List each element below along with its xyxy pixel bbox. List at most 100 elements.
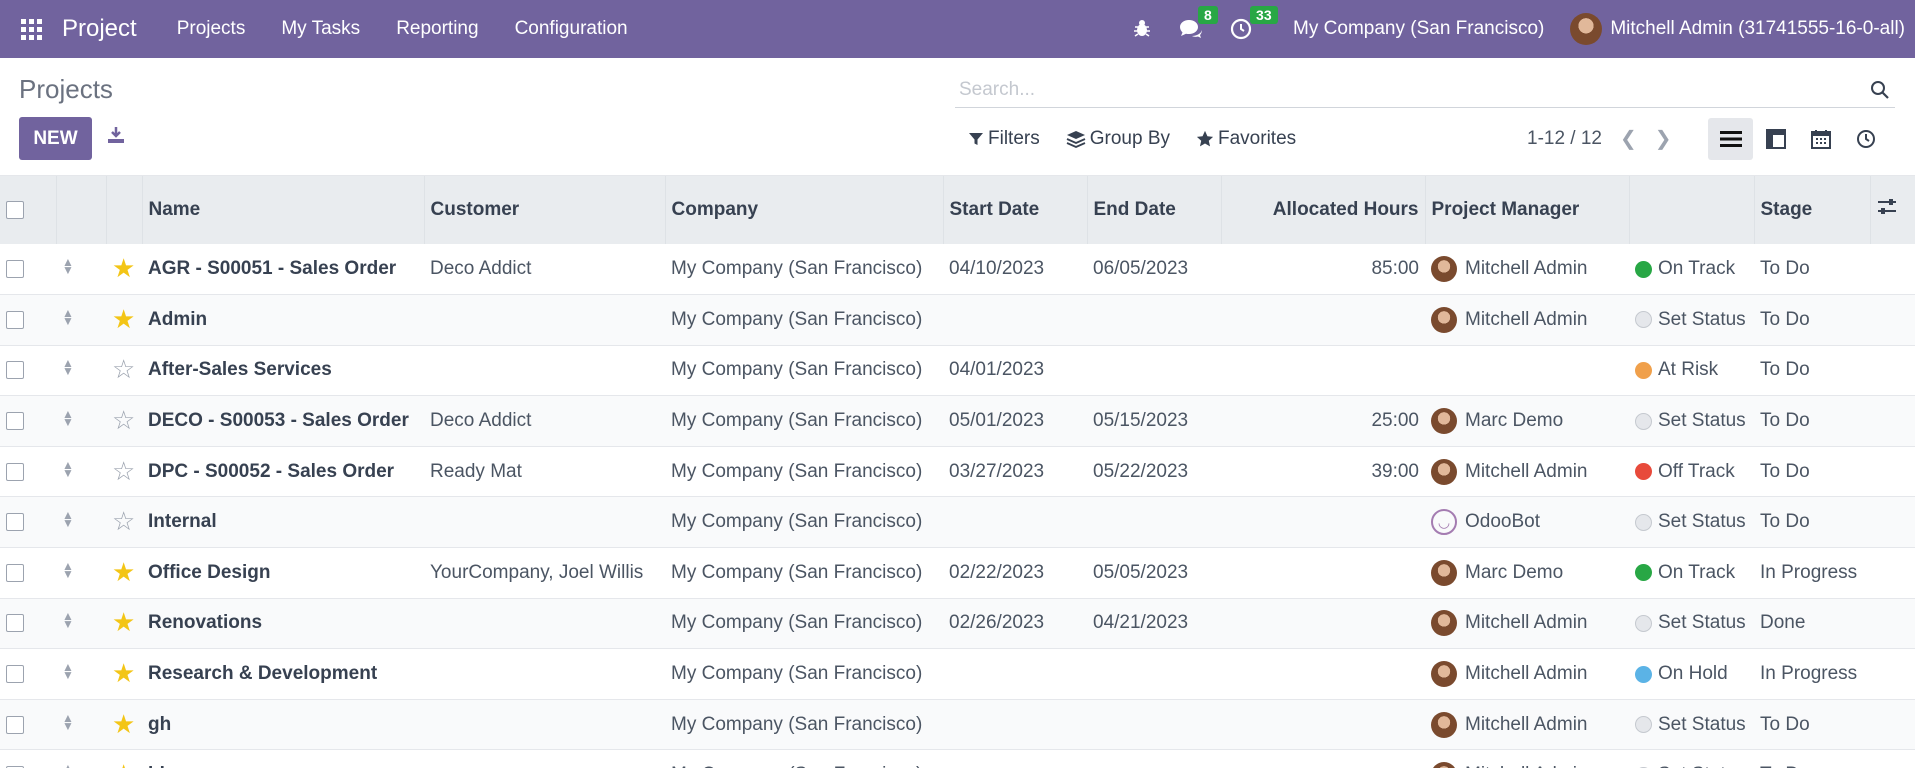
project-stage[interactable]: In Progress — [1754, 548, 1870, 599]
project-status-cell[interactable]: Set Status — [1629, 598, 1754, 649]
project-company[interactable]: My Company (San Francisco) — [665, 345, 943, 396]
table-row[interactable]: ▲ ▼ ☆ DECO - S00053 - Sales Order Deco Addic… — [0, 395, 1915, 447]
project-end-date[interactable] — [1087, 649, 1221, 700]
project-stage[interactable]: To Do — [1754, 345, 1870, 396]
project-company[interactable]: My Company (San Francisco) — [665, 598, 943, 649]
favorite-star-icon[interactable]: ☆ — [112, 405, 135, 435]
project-allocated-hours[interactable] — [1221, 750, 1425, 768]
table-row[interactable]: ▲ ▼ ★ Research & Development My Company (San… — [0, 649, 1915, 700]
favorite-star-icon[interactable]: ★ — [112, 658, 135, 688]
header-stage[interactable]: Stage — [1754, 176, 1871, 244]
table-row[interactable]: ▲ ▼ ★ gh My Company (San Francisco) Mitchell … — [0, 699, 1915, 750]
favorite-star-icon[interactable]: ☆ — [112, 506, 135, 536]
project-status-cell[interactable]: Set Status — [1629, 750, 1754, 768]
project-manager-cell[interactable]: Mitchell Admin — [1425, 750, 1629, 768]
debug-bug-icon[interactable] — [1132, 19, 1152, 39]
table-row[interactable]: ▲ ▼ ★ Renovations My Company (San Francisco)… — [0, 598, 1915, 649]
project-end-date[interactable] — [1087, 345, 1221, 396]
menu-reporting[interactable]: Reporting — [396, 18, 478, 40]
project-manager-cell[interactable]: ◡ OdooBot — [1425, 497, 1629, 548]
project-status-cell[interactable]: Set Status — [1629, 396, 1754, 447]
project-name[interactable]: Research & Development — [142, 649, 424, 700]
app-brand[interactable]: Project — [62, 15, 137, 43]
project-customer[interactable] — [424, 598, 665, 649]
project-name[interactable]: hh — [142, 750, 424, 768]
project-manager-cell[interactable]: Marc Demo — [1425, 396, 1629, 447]
project-allocated-hours[interactable] — [1221, 699, 1425, 750]
row-checkbox[interactable] — [6, 715, 24, 734]
project-name[interactable]: Internal — [142, 497, 424, 548]
project-end-date[interactable] — [1087, 699, 1221, 750]
row-checkbox[interactable] — [6, 412, 24, 431]
project-stage[interactable]: To Do — [1754, 497, 1870, 548]
project-manager-cell[interactable]: Mitchell Admin — [1425, 649, 1629, 700]
project-company[interactable]: My Company (San Francisco) — [665, 446, 943, 497]
favorite-star-icon[interactable]: ★ — [112, 709, 135, 739]
project-customer[interactable]: Deco Addict — [424, 244, 665, 295]
project-allocated-hours[interactable]: 39:00 — [1221, 446, 1425, 497]
table-row[interactable]: ▲ ▼ ☆ Internal My Company (San Francisco) ◡ Od… — [0, 496, 1915, 548]
project-allocated-hours[interactable] — [1221, 649, 1425, 700]
project-stage[interactable]: To Do — [1754, 750, 1870, 768]
drag-handle-icon[interactable]: ▲▼ — [62, 560, 74, 580]
drag-handle-icon[interactable]: ▲▼ — [62, 762, 74, 768]
drag-handle-icon[interactable]: ▲▼ — [62, 408, 74, 428]
download-icon[interactable] — [106, 125, 126, 151]
project-end-date[interactable]: 04/21/2023 — [1087, 598, 1221, 649]
project-allocated-hours[interactable]: 25:00 — [1221, 396, 1425, 447]
favorite-star-icon[interactable]: ★ — [112, 253, 135, 283]
menu-configuration[interactable]: Configuration — [515, 18, 628, 40]
project-company[interactable]: My Company (San Francisco) — [665, 295, 943, 346]
project-name[interactable]: After-Sales Services — [142, 345, 424, 396]
project-customer[interactable]: Deco Addict — [424, 396, 665, 447]
project-stage[interactable]: To Do — [1754, 244, 1870, 295]
table-row[interactable]: ▲ ▼ ☆ After-Sales Services My Company (San F… — [0, 345, 1915, 396]
project-allocated-hours[interactable] — [1221, 345, 1425, 396]
project-manager-cell[interactable]: Mitchell Admin — [1425, 295, 1629, 346]
project-start-date[interactable] — [943, 699, 1087, 750]
favorite-star-icon[interactable]: ★ — [112, 557, 135, 587]
drag-handle-icon[interactable]: ▲▼ — [62, 610, 74, 630]
row-checkbox[interactable] — [6, 260, 24, 279]
header-allocated-hours[interactable]: Allocated Hours — [1221, 176, 1426, 244]
drag-handle-icon[interactable]: ▲▼ — [62, 357, 74, 377]
project-manager-cell[interactable] — [1425, 345, 1629, 396]
favorite-star-icon[interactable]: ☆ — [112, 354, 135, 384]
activity-view-button[interactable] — [1843, 118, 1888, 160]
table-row[interactable]: ▲▼ ★ hh My Company (San Francisco) Mitchell … — [0, 750, 1915, 768]
header-status[interactable] — [1629, 176, 1755, 244]
project-end-date[interactable]: 06/05/2023 — [1087, 244, 1221, 295]
project-start-date[interactable] — [943, 295, 1087, 346]
project-customer[interactable]: YourCompany, Joel Willis — [424, 548, 665, 599]
project-name[interactable]: Admin — [142, 295, 424, 346]
project-name[interactable]: DPC - S00052 - Sales Order — [142, 446, 424, 497]
project-status-cell[interactable]: Set Status — [1629, 295, 1754, 346]
project-manager-cell[interactable]: Mitchell Admin — [1425, 446, 1629, 497]
drag-handle-icon[interactable]: ▲▼ — [62, 712, 74, 732]
calendar-view-button[interactable] — [1798, 118, 1843, 160]
project-start-date[interactable]: 02/26/2023 — [943, 598, 1087, 649]
project-stage[interactable]: To Do — [1754, 295, 1870, 346]
project-customer[interactable] — [424, 649, 665, 700]
project-status-cell[interactable]: At Risk — [1629, 345, 1754, 396]
project-allocated-hours[interactable] — [1221, 497, 1425, 548]
row-checkbox[interactable] — [6, 563, 24, 582]
row-checkbox[interactable] — [6, 614, 24, 633]
project-status-cell[interactable]: Set Status — [1629, 699, 1754, 750]
project-name[interactable]: AGR - S00051 - Sales Order — [142, 244, 424, 295]
project-status-cell[interactable]: On Track — [1629, 244, 1754, 295]
project-customer[interactable] — [424, 295, 665, 346]
groupby-button[interactable]: Group By — [1066, 128, 1170, 150]
header-end-date[interactable]: End Date — [1087, 176, 1222, 244]
table-row[interactable]: ▲ ▼ ★ Office Design YourCompany, Joel Willis… — [0, 548, 1915, 599]
project-manager-cell[interactable]: Mitchell Admin — [1425, 244, 1629, 295]
row-checkbox[interactable] — [6, 310, 24, 329]
project-stage[interactable]: To Do — [1754, 699, 1870, 750]
project-start-date[interactable]: 04/01/2023 — [943, 345, 1087, 396]
row-checkbox[interactable] — [6, 361, 24, 380]
table-row[interactable]: ▲ ▼ ☆ DPC - S00052 - Sales Order Ready Mat My… — [0, 446, 1915, 497]
search-icon[interactable] — [1865, 80, 1895, 100]
project-allocated-hours[interactable]: 85:00 — [1221, 244, 1425, 295]
search-input[interactable] — [955, 78, 1865, 101]
messages-button[interactable]: 8 — [1178, 6, 1218, 40]
